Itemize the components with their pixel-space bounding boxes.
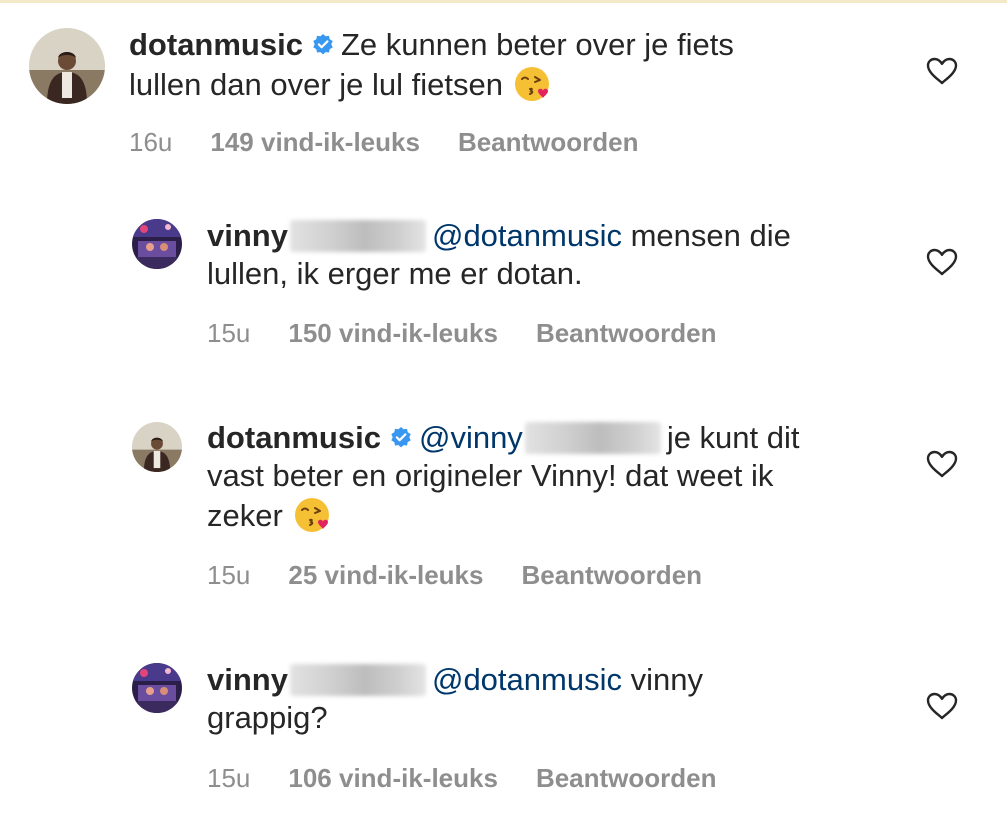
like-heart-icon[interactable]	[925, 691, 959, 721]
likes-count[interactable]: 150 vind-ik-leuks	[288, 318, 498, 348]
blurred-username-censor	[524, 422, 661, 454]
comment-text: je kunt dit	[666, 420, 800, 455]
mention-link[interactable]: @dotanmusic	[432, 218, 622, 253]
avatar-image-icon	[132, 422, 182, 472]
comment-text: grappig?	[207, 700, 328, 735]
likes-count[interactable]: 106 vind-ik-leuks	[288, 763, 498, 793]
like-heart-icon[interactable]	[925, 56, 959, 86]
avatar-image-icon	[132, 663, 182, 713]
blurred-username-censor	[289, 220, 426, 252]
kissing-face-with-heart-emoji-icon	[514, 67, 549, 101]
verified-badge-icon	[391, 427, 411, 448]
avatar[interactable]	[132, 219, 182, 269]
comment-username[interactable]: dotanmusic	[207, 420, 381, 455]
comment-text: Ze kunnen beter over je fiets	[340, 27, 734, 62]
reply-button[interactable]: Beantwoorden	[521, 560, 702, 590]
likes-count[interactable]: 149 vind-ik-leuks	[210, 127, 420, 157]
comment-text: lullen, ik erger me er dotan.	[207, 256, 583, 291]
avatar-image-icon	[29, 28, 105, 104]
avatar[interactable]	[132, 663, 182, 713]
reply-button[interactable]: Beantwoorden	[536, 318, 717, 348]
comment-time[interactable]: 16u	[129, 127, 172, 157]
avatar-image-icon	[132, 219, 182, 269]
top-border	[0, 0, 1007, 3]
verified-badge-icon	[313, 34, 333, 55]
comment-text: zeker	[207, 498, 283, 533]
like-heart-icon[interactable]	[925, 247, 959, 277]
comment-username[interactable]: dotanmusic	[129, 27, 303, 62]
avatar[interactable]	[29, 28, 105, 104]
kissing-face-with-heart-emoji-icon	[294, 498, 329, 532]
mention-link[interactable]: @dotanmusic	[432, 662, 622, 697]
comment-time[interactable]: 15u	[207, 560, 250, 590]
like-heart-icon[interactable]	[925, 449, 959, 479]
blurred-username-censor	[289, 664, 426, 696]
mention-link[interactable]: @vinny	[419, 420, 523, 455]
comment-username[interactable]: vinny	[207, 218, 288, 253]
likes-count[interactable]: 25 vind-ik-leuks	[288, 560, 483, 590]
comment-time[interactable]: 15u	[207, 318, 250, 348]
comment-time[interactable]: 15u	[207, 763, 250, 793]
reply-button[interactable]: Beantwoorden	[536, 763, 717, 793]
comment-text: vast beter en origineler Vinny! dat weet…	[207, 458, 774, 493]
comment-text: mensen die	[630, 218, 791, 253]
comment-text: lullen dan over je lul fietsen	[129, 67, 503, 102]
reply-button[interactable]: Beantwoorden	[458, 127, 639, 157]
comment-username[interactable]: vinny	[207, 662, 288, 697]
comment-text: vinny	[630, 662, 703, 697]
avatar[interactable]	[132, 422, 182, 472]
